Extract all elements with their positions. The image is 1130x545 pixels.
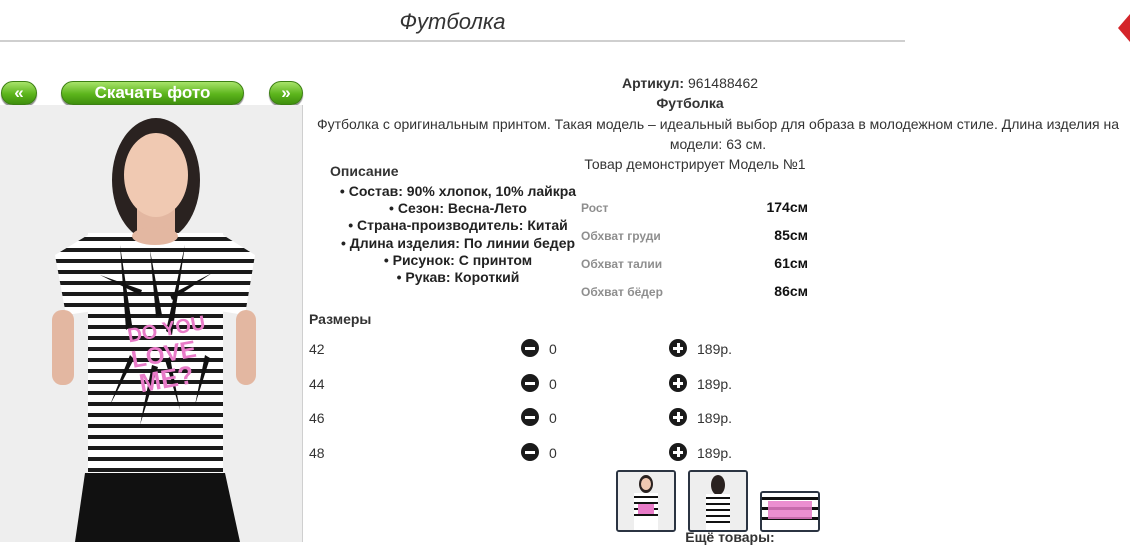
sku-value: 961488462 — [687, 75, 759, 91]
measurement-row: Обхват груди 85см — [581, 227, 811, 247]
quantity-value: 0 — [549, 410, 557, 426]
thumbnail-print[interactable] — [760, 491, 820, 532]
sku-label: Артикул: — [621, 75, 685, 91]
download-photo-button[interactable]: Скачать фото — [61, 81, 244, 105]
plus-icon[interactable] — [669, 408, 687, 426]
measurement-label: Обхват талии — [581, 257, 663, 271]
price-value: 189р. — [697, 376, 733, 392]
attribute-item: Страна-производитель: Китай — [330, 217, 586, 234]
prev-photo-button[interactable]: « — [1, 81, 37, 105]
minus-icon[interactable] — [521, 374, 539, 392]
minus-icon[interactable] — [521, 443, 539, 461]
size-row: 48 0 189р. — [309, 443, 749, 465]
attribute-item: Состав: 90% хлопок, 10% лайкра — [330, 183, 586, 200]
page-title: Футболка — [0, 0, 905, 42]
product-photo: DO YOU LOVE ME? — [0, 105, 303, 542]
plus-icon[interactable] — [669, 339, 687, 357]
size-row: 44 0 189р. — [309, 374, 749, 396]
measurement-row: Рост 174см — [581, 199, 811, 219]
product-description: Футболка с оригинальным принтом. Такая м… — [316, 116, 1120, 152]
measurement-row: Обхват бёдер 86см — [581, 283, 811, 303]
description-heading: Описание — [330, 163, 399, 179]
plus-icon[interactable] — [669, 443, 687, 461]
attribute-item: Длина изделия: По линии бедер — [330, 235, 586, 252]
measurement-label: Обхват груди — [581, 229, 661, 243]
sizes-heading: Размеры — [309, 311, 372, 327]
plus-icon[interactable] — [669, 374, 687, 392]
corner-marker-icon — [1118, 14, 1130, 42]
price-value: 189р. — [697, 410, 733, 426]
price-value: 189р. — [697, 341, 733, 357]
minus-icon[interactable] — [521, 339, 539, 357]
thumbnail-front[interactable] — [616, 470, 676, 532]
attribute-list: Состав: 90% хлопок, 10% лайкра Сезон: Ве… — [330, 183, 586, 286]
quantity-value: 0 — [549, 376, 557, 392]
measurement-value: 174см — [766, 199, 808, 215]
quantity-value: 0 — [549, 445, 557, 461]
measurement-value: 85см — [774, 227, 808, 243]
size-label: 46 — [309, 410, 325, 426]
measurement-label: Обхват бёдер — [581, 285, 663, 299]
minus-icon[interactable] — [521, 408, 539, 426]
size-label: 48 — [309, 445, 325, 461]
measurement-value: 61см — [774, 255, 808, 271]
attribute-item: Сезон: Весна-Лето — [330, 200, 586, 217]
attribute-item: Рисунок: С принтом — [330, 252, 586, 269]
model-note: Товар демонстрирует Модель №1 — [584, 156, 806, 172]
size-label: 42 — [309, 341, 325, 357]
measurement-label: Рост — [581, 201, 609, 215]
sku-line: Артикул: 961488462 — [540, 75, 840, 91]
attribute-item: Рукав: Короткий — [330, 269, 586, 286]
measurement-value: 86см — [774, 283, 808, 299]
more-goods-label: Ещё товары: — [685, 529, 775, 545]
product-name: Футболка — [656, 95, 724, 111]
size-row: 46 0 189р. — [309, 408, 749, 430]
size-row: 42 0 189р. — [309, 339, 749, 361]
measurement-row: Обхват талии 61см — [581, 255, 811, 275]
thumbnail-back[interactable] — [688, 470, 748, 532]
size-label: 44 — [309, 376, 325, 392]
quantity-value: 0 — [549, 341, 557, 357]
next-photo-button[interactable]: » — [269, 81, 303, 105]
price-value: 189р. — [697, 445, 733, 461]
